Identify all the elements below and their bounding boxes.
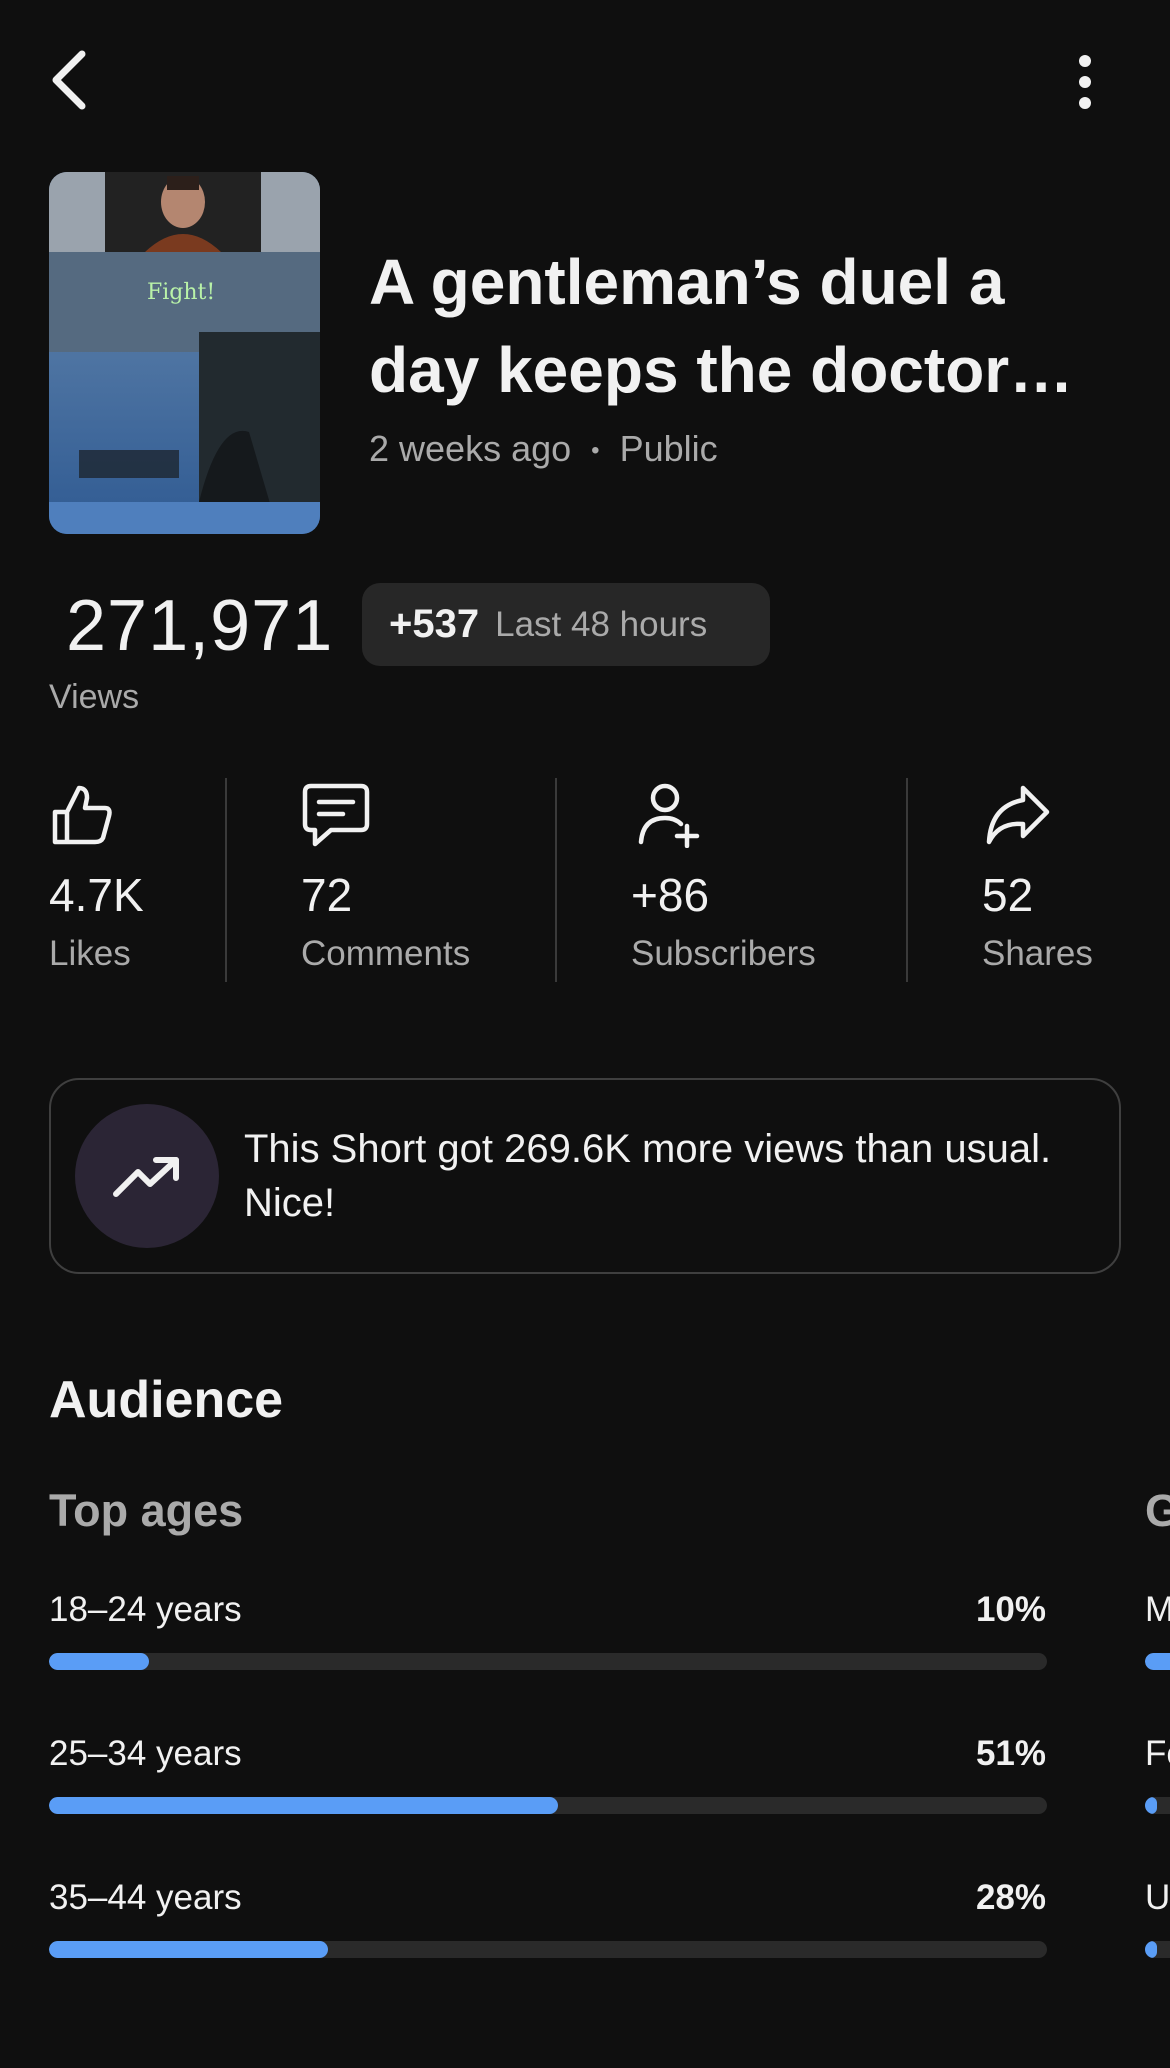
stat-divider xyxy=(906,778,908,982)
comment-icon xyxy=(301,782,371,853)
likes-label: Likes xyxy=(49,934,131,973)
audience-title: Audience xyxy=(49,1371,284,1429)
more-vertical-icon xyxy=(1079,55,1091,109)
shares-value: 52 xyxy=(982,869,1034,921)
share-icon xyxy=(983,782,1051,853)
comments-value: 72 xyxy=(301,869,353,921)
age-row-label: 18–24 years xyxy=(49,1590,242,1629)
stat-divider xyxy=(555,778,557,982)
trending-up-icon xyxy=(113,1157,179,1197)
age-row-bar xyxy=(49,1797,1047,1814)
gender-bar-fill xyxy=(1145,1941,1157,1958)
insight-icon-circle xyxy=(75,1104,219,1248)
age-bar-fill xyxy=(49,1653,149,1670)
age-row-percent: 10% xyxy=(975,1590,1046,1629)
age-row-bar xyxy=(49,1941,1047,1958)
views-count: 271,971 xyxy=(66,586,334,666)
views-delta: +537 xyxy=(389,602,480,646)
age-bar-fill xyxy=(49,1941,329,1958)
video-visibility: Public xyxy=(619,428,718,469)
gender-row-bar xyxy=(1145,1797,1170,1814)
gender-row-label: U xyxy=(1145,1878,1170,1917)
age-row-percent: 28% xyxy=(975,1878,1046,1917)
views-delta-chip: +537 Last 48 hours xyxy=(362,583,770,666)
video-age: 2 weeks ago xyxy=(369,428,572,469)
age-row-percent: 51% xyxy=(975,1734,1046,1773)
likes-value: 4.7K xyxy=(49,869,144,921)
back-arrow-icon xyxy=(52,50,86,110)
age-row-bar xyxy=(49,1653,1047,1670)
age-row-label: 25–34 years xyxy=(49,1734,242,1773)
comments-label: Comments xyxy=(301,934,471,973)
more-options-button[interactable] xyxy=(1045,40,1125,124)
back-button[interactable] xyxy=(30,40,110,120)
gender-row-bar xyxy=(1145,1653,1170,1670)
insight-text: This Short got 269.6K more views than us… xyxy=(244,1127,1052,1225)
video-thumbnail[interactable]: Fight! xyxy=(49,172,320,534)
shares-label: Shares xyxy=(982,934,1093,973)
video-meta: 2 weeks ago • Public xyxy=(369,428,718,470)
subscribers-value: +86 xyxy=(631,869,710,921)
meta-separator: • xyxy=(591,437,600,465)
gender-bar-fill xyxy=(1145,1653,1170,1670)
age-row-label: 35–44 years xyxy=(49,1878,242,1917)
age-bar-fill xyxy=(49,1797,558,1814)
top-ages-title: Top ages xyxy=(49,1485,244,1536)
video-title: A gentleman’s duel a day keeps the docto… xyxy=(369,246,1074,406)
thumbnail-caption: Fight! xyxy=(147,280,216,305)
gender-row-label: Fe xyxy=(1145,1734,1170,1773)
add-person-icon xyxy=(637,782,703,853)
views-label: Views xyxy=(49,678,140,716)
views-delta-label: Last 48 hours xyxy=(495,604,708,644)
gender-row-label: M xyxy=(1145,1590,1170,1629)
gender-bar-fill xyxy=(1145,1797,1157,1814)
thumbs-up-icon xyxy=(49,782,115,853)
stat-divider xyxy=(225,778,227,982)
gender-title: G xyxy=(1145,1485,1170,1536)
gender-row-bar xyxy=(1145,1941,1170,1958)
subscribers-label: Subscribers xyxy=(631,934,816,973)
